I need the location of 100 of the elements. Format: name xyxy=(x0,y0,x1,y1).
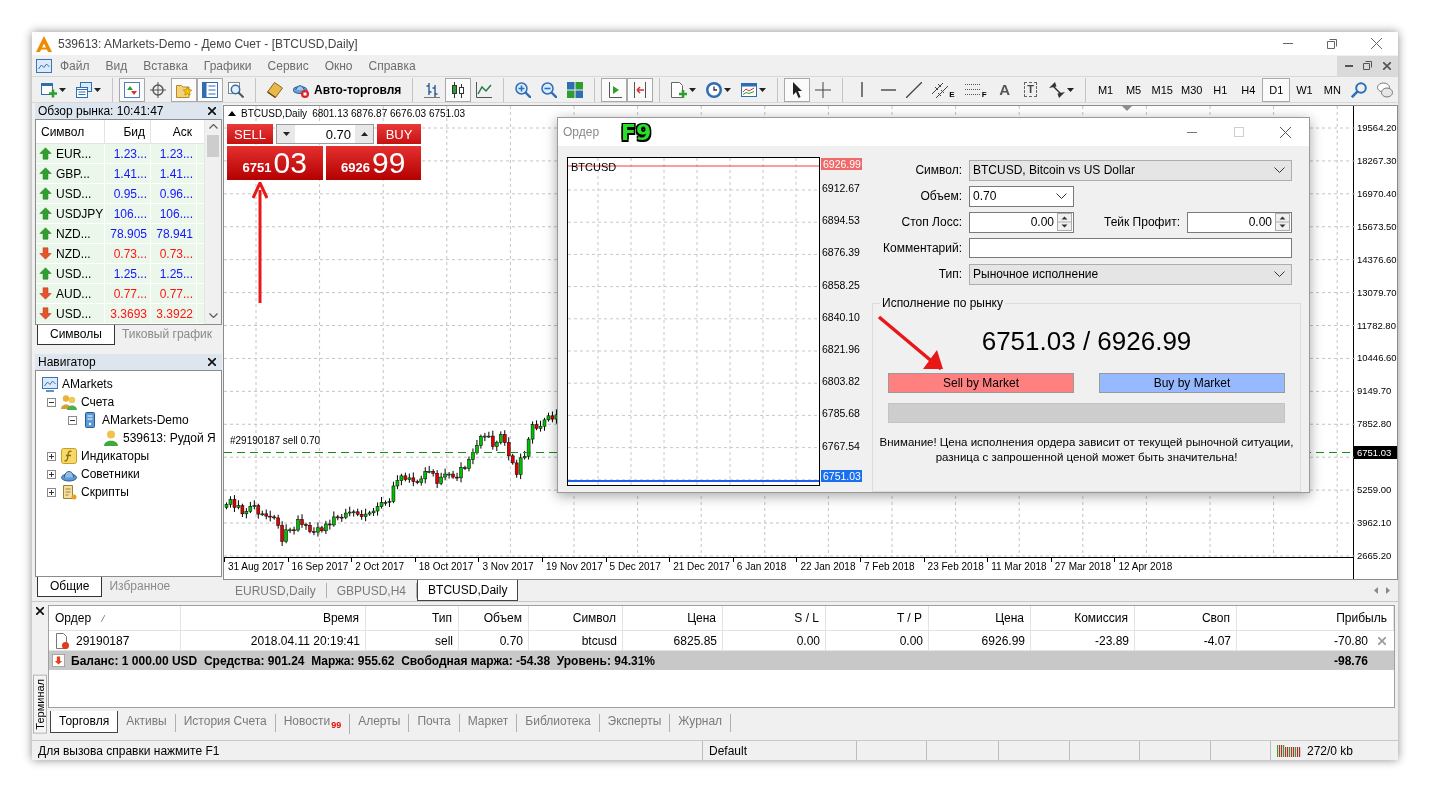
scroll-up-icon[interactable] xyxy=(208,124,218,129)
timeframe-button[interactable]: H1 xyxy=(1206,77,1235,102)
column-header[interactable]: Цена xyxy=(623,606,723,631)
terminal-side-tab[interactable]: Терминал xyxy=(33,675,47,734)
menu-item[interactable]: Графики xyxy=(195,56,260,75)
tree-item[interactable]: Скрипты xyxy=(81,485,129,499)
collapse-triangle-icon[interactable] xyxy=(228,111,236,116)
scroll-left-icon[interactable] xyxy=(1374,587,1378,594)
spin-arrows-icon[interactable] xyxy=(1275,213,1290,231)
menu-item[interactable]: Окно xyxy=(316,56,361,75)
column-header[interactable]: Своп xyxy=(1135,606,1237,631)
take-profit-field[interactable]: 0.00 xyxy=(1187,211,1292,233)
buy-price-button[interactable]: 6926 99 xyxy=(325,146,421,180)
timeframe-button[interactable]: M1 xyxy=(1091,77,1120,102)
order-type-dropdown[interactable]: Рыночное исполнение xyxy=(969,263,1292,285)
quote-row[interactable]: AUD... 0.77... 0.77... xyxy=(36,284,204,304)
scroll-right-icon[interactable] xyxy=(1386,587,1390,594)
expand-icon[interactable] xyxy=(46,451,56,461)
text-tool-button[interactable]: A xyxy=(991,77,1018,102)
close-order-button[interactable] xyxy=(1378,636,1386,645)
timeframe-button[interactable]: D1 xyxy=(1262,77,1291,102)
sell-button[interactable]: SELL xyxy=(227,124,273,144)
decrease-icon[interactable] xyxy=(282,132,290,136)
column-header[interactable]: Прибыль xyxy=(1237,606,1394,631)
panel-tab[interactable]: Символы xyxy=(37,325,115,345)
scrollbar-thumb[interactable] xyxy=(207,135,219,157)
spin-arrows-icon[interactable] xyxy=(1057,213,1072,231)
terminal-tab[interactable]: Маркет xyxy=(459,714,518,732)
channel-button[interactable]: E xyxy=(927,77,960,102)
fibonacci-button[interactable]: F xyxy=(959,77,992,102)
chart-tab[interactable]: EURUSD,Daily xyxy=(225,583,327,598)
tree-item[interactable]: Счета xyxy=(81,395,115,409)
menu-item[interactable]: Вид xyxy=(97,56,136,75)
terminal-tab[interactable]: История Счета xyxy=(175,714,276,732)
tree-item[interactable]: 539613: Рудой Я xyxy=(123,431,216,445)
menu-item[interactable]: Вставка xyxy=(135,56,196,75)
timeframe-button[interactable]: W1 xyxy=(1290,77,1319,102)
tree-item[interactable]: AMarkets-Demo xyxy=(102,413,189,427)
cursor-button[interactable] xyxy=(784,77,811,102)
sell-price-button[interactable]: 6751 03 xyxy=(227,146,323,180)
volume-field[interactable]: 0.70 xyxy=(295,125,355,143)
navigator-button[interactable] xyxy=(171,77,197,102)
column-header[interactable]: Аск xyxy=(151,120,197,143)
terminal-tab[interactable]: Почта xyxy=(409,714,460,732)
tree-item[interactable]: AMarkets xyxy=(62,377,113,391)
text-label-button[interactable]: T xyxy=(1017,77,1044,102)
terminal-tab[interactable]: Эксперты xyxy=(599,714,671,732)
quote-row[interactable]: NZD... 78.905 78.941 xyxy=(36,224,204,244)
tree-item[interactable]: Советники xyxy=(81,467,140,481)
column-header[interactable]: Символ xyxy=(529,606,623,631)
increase-icon[interactable] xyxy=(360,132,368,136)
timeframe-button[interactable]: MN xyxy=(1318,77,1347,102)
volume-combobox[interactable]: 0.70 xyxy=(969,185,1074,207)
close-button[interactable] xyxy=(36,607,44,615)
timeframe-button[interactable]: M30 xyxy=(1176,77,1207,102)
column-header[interactable]: Бид xyxy=(105,120,151,143)
tree-item[interactable]: Индикаторы xyxy=(81,449,150,463)
chart-shift-button[interactable] xyxy=(627,77,654,102)
buy-by-market-button[interactable]: Buy by Market xyxy=(1099,373,1285,393)
menu-item[interactable]: Файл xyxy=(52,56,98,75)
column-header[interactable]: Ордер xyxy=(49,606,181,631)
scroll-down-icon[interactable] xyxy=(208,313,218,318)
quote-row[interactable]: EUR... 1.23... 1.23... xyxy=(36,144,204,164)
autotrading-button[interactable]: Авто-торговля xyxy=(288,77,407,102)
scrollbar-track[interactable] xyxy=(204,120,221,324)
candlestick-chart-button[interactable] xyxy=(445,77,472,102)
terminal-tab[interactable]: Библиотека xyxy=(517,714,600,732)
volume-spinner[interactable]: 0.70 xyxy=(276,124,374,144)
collapse-icon[interactable] xyxy=(46,397,56,407)
column-header[interactable]: Символ xyxy=(36,120,105,143)
terminal-button[interactable] xyxy=(197,77,223,102)
timeframe-button[interactable]: M5 xyxy=(1119,77,1148,102)
column-header[interactable]: Объем xyxy=(459,606,529,631)
column-header[interactable]: S / L xyxy=(723,606,826,631)
quote-row[interactable]: USDJPY 106.... 106.... xyxy=(36,204,204,224)
terminal-tab[interactable]: Торговля xyxy=(50,711,119,733)
column-header[interactable]: Цена xyxy=(929,606,1031,631)
column-header[interactable]: Время xyxy=(181,606,366,631)
terminal-tab[interactable]: Активы xyxy=(118,714,176,732)
expand-icon[interactable] xyxy=(46,487,56,497)
quote-row[interactable]: USD... 0.95... 0.96... xyxy=(36,184,204,204)
sell-by-market-button[interactable]: Sell by Market xyxy=(888,373,1074,393)
terminal-tab[interactable]: Журнал xyxy=(670,714,732,732)
expand-icon[interactable] xyxy=(46,469,56,479)
chart-window-icon[interactable] xyxy=(36,57,52,74)
menu-item[interactable]: Сервис xyxy=(259,56,317,75)
close-button[interactable] xyxy=(208,107,216,115)
quote-row[interactable]: USD... 3.3693 3.3922 xyxy=(36,304,204,324)
symbol-dropdown[interactable]: BTCUSD, Bitcoin vs US Dollar xyxy=(969,159,1292,181)
menu-item[interactable]: Справка xyxy=(360,56,424,75)
column-header[interactable]: T / P xyxy=(826,606,929,631)
quote-row[interactable]: USD... 1.25... 1.25... xyxy=(36,264,204,284)
quote-row[interactable]: NZD... 0.73... 0.73... xyxy=(36,244,204,264)
comment-field[interactable] xyxy=(969,238,1292,258)
terminal-tab[interactable]: Алерты xyxy=(350,714,410,732)
autoscroll-button[interactable] xyxy=(601,77,628,102)
chart-tab[interactable]: BTCUSD,Daily xyxy=(417,580,519,601)
column-header[interactable]: Комиссия xyxy=(1031,606,1135,631)
terminal-tab[interactable]: Новости$_{99}$ xyxy=(275,714,351,735)
timeframe-button[interactable]: M15 xyxy=(1147,77,1177,102)
